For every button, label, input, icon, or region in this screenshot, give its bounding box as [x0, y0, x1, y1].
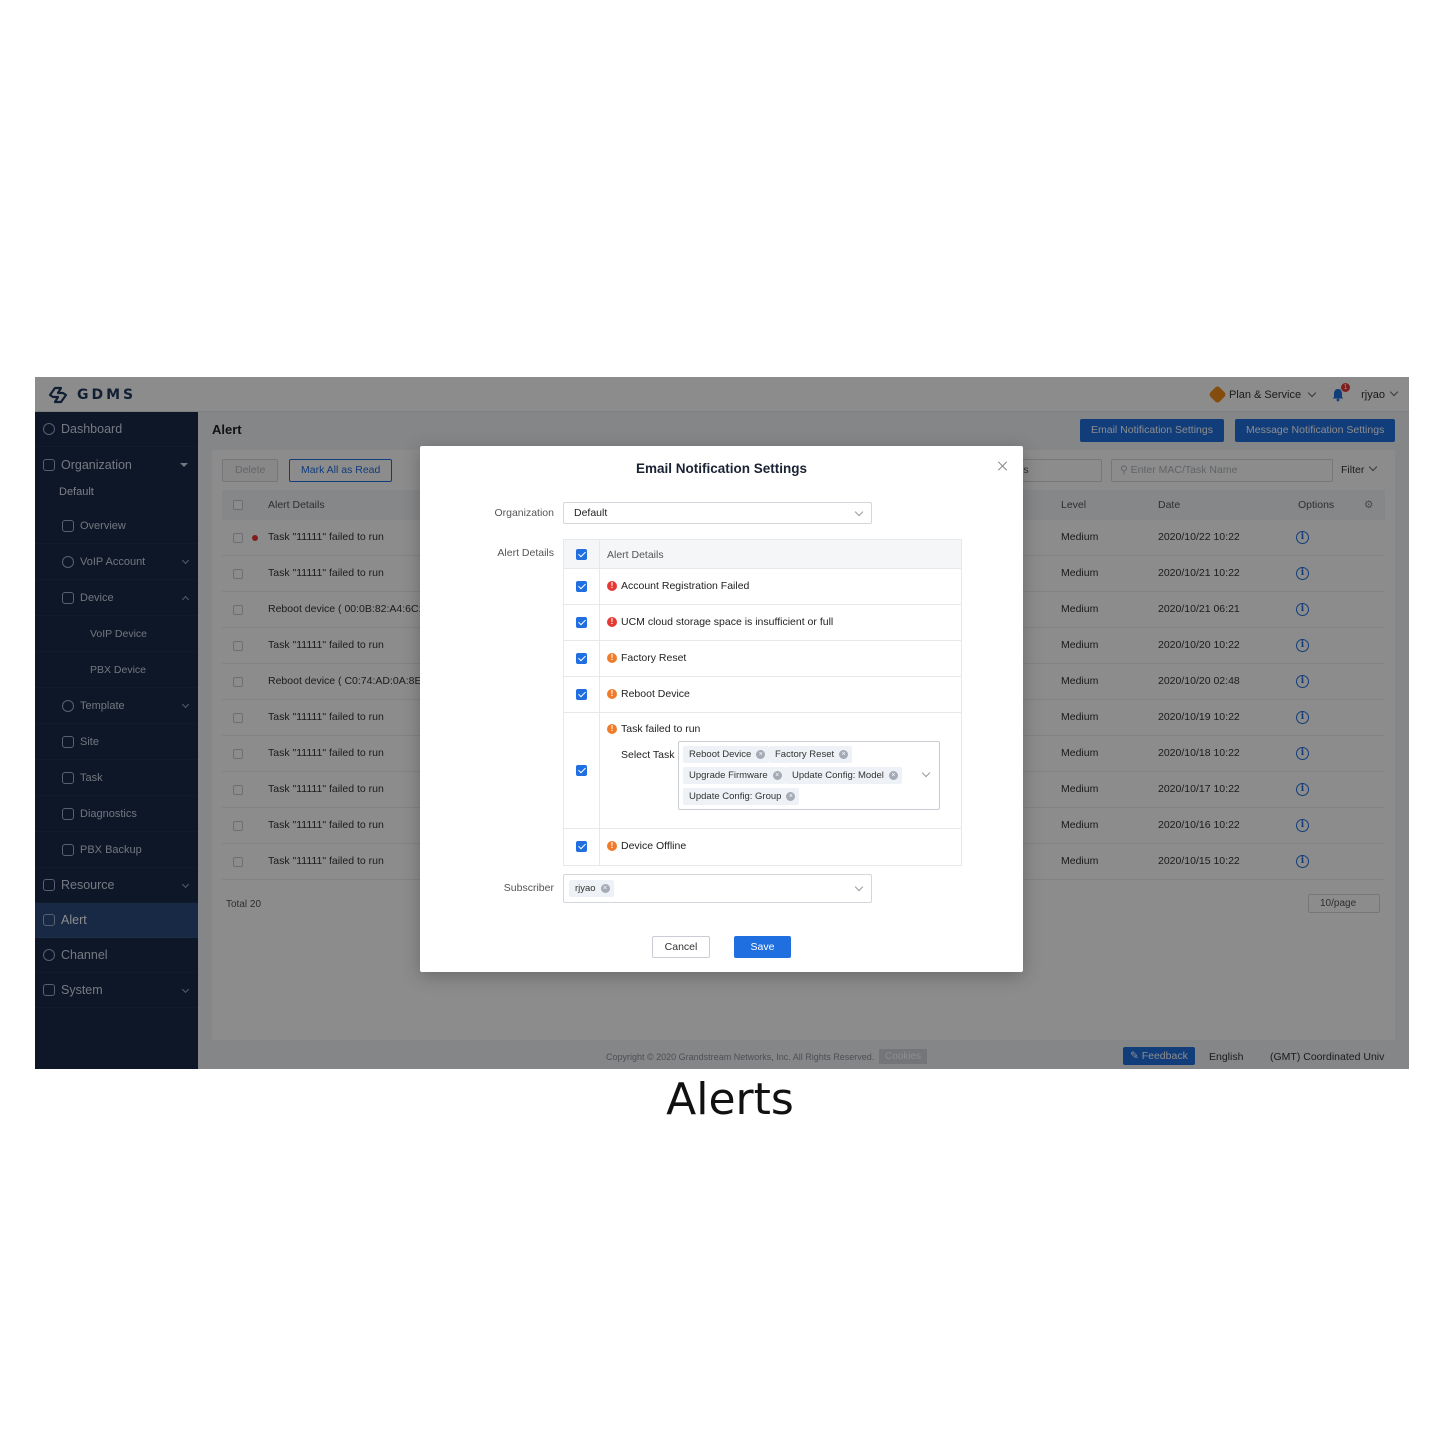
warning-icon: !	[607, 653, 617, 663]
remove-tag-icon[interactable]: ×	[839, 750, 849, 759]
task-tag-label: Reboot Device	[689, 749, 752, 760]
task-tag: Factory Reset ×	[769, 746, 853, 763]
remove-tag-icon[interactable]: ×	[772, 771, 782, 780]
remove-tag-icon[interactable]: ×	[600, 884, 610, 893]
subscriber-tag-label: rjyao	[575, 883, 596, 894]
alert-option-account-registration: ! Account Registration Failed	[564, 569, 961, 605]
alert-option-task-failed: ! Task failed to run Select Task Reboot D…	[564, 713, 961, 829]
task-tag: Reboot Device ×	[683, 746, 770, 763]
task-tag-label: Factory Reset	[775, 749, 835, 760]
organization-select[interactable]: Default	[563, 502, 872, 524]
task-tag-label: Update Config: Group	[689, 791, 782, 802]
alert-details-header-label: Alert Details	[607, 549, 664, 561]
task-tag-label: Update Config: Model	[792, 770, 884, 781]
warning-icon: !	[607, 841, 617, 851]
alert-checkbox[interactable]	[576, 581, 587, 592]
alert-option-label: UCM cloud storage space is insufficient …	[621, 616, 834, 628]
dialog-title: Email Notification Settings	[635, 461, 808, 476]
error-icon: !	[607, 617, 617, 627]
error-icon: !	[607, 581, 617, 591]
task-tag: Update Config: Model ×	[786, 767, 902, 784]
alert-details-label: Alert Details	[497, 547, 554, 559]
alert-checkbox[interactable]	[576, 689, 587, 700]
alert-option-label: Device Offline	[621, 840, 687, 852]
chevron-down-icon	[854, 882, 864, 892]
select-all-alerts-checkbox[interactable]	[576, 549, 587, 560]
task-tag-label: Upgrade Firmware	[689, 770, 768, 781]
alert-checkbox[interactable]	[576, 841, 587, 852]
cancel-button[interactable]: Cancel	[652, 936, 710, 958]
warning-icon: !	[607, 724, 617, 734]
alert-checkbox[interactable]	[576, 617, 587, 628]
alert-checkbox[interactable]	[576, 653, 587, 664]
subscriber-label: Subscriber	[503, 882, 554, 894]
organization-value: Default	[574, 507, 608, 519]
task-tag: Upgrade Firmware ×	[683, 767, 786, 784]
chevron-down-icon	[854, 507, 864, 517]
remove-tag-icon[interactable]: ×	[756, 750, 766, 759]
alert-details-header: Alert Details	[564, 540, 961, 569]
alert-option-device-offline: ! Device Offline	[564, 829, 961, 865]
select-task-label: Select Task	[621, 749, 675, 761]
alert-option-ucm-storage: ! UCM cloud storage space is insufficient…	[564, 605, 961, 641]
organization-label: Organization	[494, 507, 554, 519]
alert-checkbox[interactable]	[576, 765, 587, 776]
task-tag: Update Config: Group ×	[683, 788, 800, 805]
alert-option-label: Reboot Device	[621, 688, 690, 700]
close-icon[interactable]	[998, 461, 1008, 471]
email-notification-settings-dialog: Email Notification Settings Organization…	[420, 446, 1023, 972]
alert-option-label: Task failed to run	[621, 723, 701, 735]
caption: Alerts	[666, 1074, 794, 1125]
subscriber-tag: rjyao ×	[569, 880, 614, 897]
alert-option-reboot-device: ! Reboot Device	[564, 677, 961, 713]
remove-tag-icon[interactable]: ×	[786, 792, 796, 801]
subscriber-select[interactable]: rjyao ×	[563, 874, 872, 903]
save-button[interactable]: Save	[734, 936, 791, 958]
select-task-multiselect[interactable]: Reboot Device × Factory Reset × Upgrade Fi…	[678, 741, 940, 810]
alert-option-label: Factory Reset	[621, 652, 687, 664]
remove-tag-icon[interactable]: ×	[888, 771, 898, 780]
alert-option-factory-reset: ! Factory Reset	[564, 641, 961, 677]
warning-icon: !	[607, 689, 617, 699]
alert-option-label: Account Registration Failed	[621, 580, 750, 592]
chevron-down-icon	[921, 768, 931, 778]
alert-details-table: Alert Details ! Account Registration Fail…	[563, 539, 962, 866]
